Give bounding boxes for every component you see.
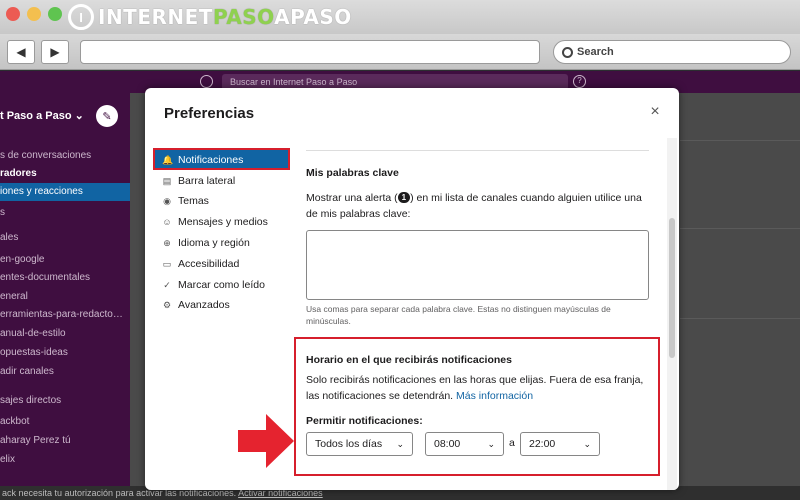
check-icon: ✓ <box>163 280 171 290</box>
workspace-name[interactable]: t Paso a Paso ⌄ <box>0 109 84 122</box>
highlight-box-schedule <box>294 337 660 476</box>
divider <box>680 140 800 141</box>
logo-text: INTERNETPASOAPASO <box>98 5 352 29</box>
forward-button[interactable]: ▶ <box>41 40 69 64</box>
nav-item-mensajes-y-medios[interactable]: ☺ Mensajes y medios <box>155 212 290 232</box>
sidebar-item[interactable]: radores <box>0 165 130 183</box>
laptop-icon: ▭ <box>162 259 172 269</box>
preferences-modal: Preferencias × 🔔 Notificaciones ▤ Barra … <box>145 88 679 490</box>
close-window-button[interactable] <box>6 7 20 21</box>
minimize-window-button[interactable] <box>27 7 41 21</box>
nav-item-marcar-como-leido[interactable]: ✓ Marcar como leído <box>155 275 290 295</box>
sidebar-item[interactable]: sajes directos <box>0 392 130 410</box>
search-label: Search <box>577 46 614 58</box>
sidebar-item[interactable]: aharay Perez tú <box>0 432 130 450</box>
maximize-window-button[interactable] <box>48 7 62 21</box>
scrollbar-thumb[interactable] <box>669 218 675 358</box>
sidebar-item[interactable]: opuestas-ideas <box>0 344 130 362</box>
browser-titlebar: I INTERNETPASOAPASO <box>0 0 800 34</box>
eye-icon: ◉ <box>163 196 171 206</box>
logo-mark-icon: I <box>68 4 94 30</box>
nav-item-accesibilidad[interactable]: ▭ Accesibilidad <box>155 254 290 274</box>
nav-item-temas[interactable]: ◉ Temas <box>155 191 290 211</box>
sidebar-item[interactable]: en-google <box>0 251 130 269</box>
browser-search-field[interactable]: Search <box>553 40 791 64</box>
gear-icon: ⚙ <box>162 300 172 310</box>
keywords-textarea[interactable] <box>306 230 649 300</box>
browser-toolbar: ◀ ▶ Search <box>0 34 800 70</box>
help-icon[interactable]: ? <box>573 75 586 88</box>
mention-badge: 1 <box>397 192 411 203</box>
divider <box>306 150 649 151</box>
divider <box>680 228 800 229</box>
sidebar-item[interactable]: entes-documentales <box>0 269 130 287</box>
sidebar-item[interactable]: s <box>0 204 130 222</box>
back-button[interactable]: ◀ <box>7 40 35 64</box>
message-icon: ☺ <box>162 217 172 227</box>
address-bar[interactable] <box>80 40 540 64</box>
keywords-title: Mis palabras clave <box>306 167 399 179</box>
sidebar-item[interactable]: iones y reacciones <box>0 183 130 201</box>
red-arrow-icon <box>238 414 294 468</box>
keywords-hint: Usa comas para separar cada palabra clav… <box>306 304 611 326</box>
sidebar-icon: ▤ <box>162 176 172 186</box>
sidebar-item[interactable]: adir canales <box>0 363 130 381</box>
history-icon[interactable] <box>200 75 213 88</box>
nav-item-idioma-y-region[interactable]: ⊕ Idioma y región <box>155 233 290 253</box>
sidebar-item[interactable]: anual-de-estilo <box>0 325 130 343</box>
sidebar-item[interactable]: erramientas-para-redacto… <box>0 306 130 324</box>
modal-title: Preferencias <box>164 105 255 122</box>
sidebar-item[interactable]: ackbot <box>0 413 130 431</box>
highlight-box-nav <box>153 148 290 170</box>
divider <box>680 318 800 319</box>
nav-item-avanzados[interactable]: ⚙ Avanzados <box>155 295 290 315</box>
globe-icon: ⊕ <box>163 238 171 248</box>
compose-icon[interactable]: ✎ <box>96 105 118 127</box>
sidebar-item[interactable]: ales <box>0 229 130 247</box>
sidebar-item[interactable]: s de conversaciones <box>0 147 130 165</box>
keywords-description: Mostrar una alerta (1) en mi lista de ca… <box>306 192 642 220</box>
nav-item-barra-lateral[interactable]: ▤ Barra lateral <box>155 171 290 191</box>
sidebar-item[interactable]: eneral <box>0 288 130 306</box>
close-button[interactable]: × <box>647 104 663 120</box>
site-logo: I INTERNETPASOAPASO <box>68 4 352 30</box>
sidebar-item[interactable]: elix <box>0 451 130 469</box>
search-icon <box>562 46 573 58</box>
slack-sidebar: t Paso a Paso ⌄ ✎ s de conversaciones ra… <box>0 93 130 500</box>
